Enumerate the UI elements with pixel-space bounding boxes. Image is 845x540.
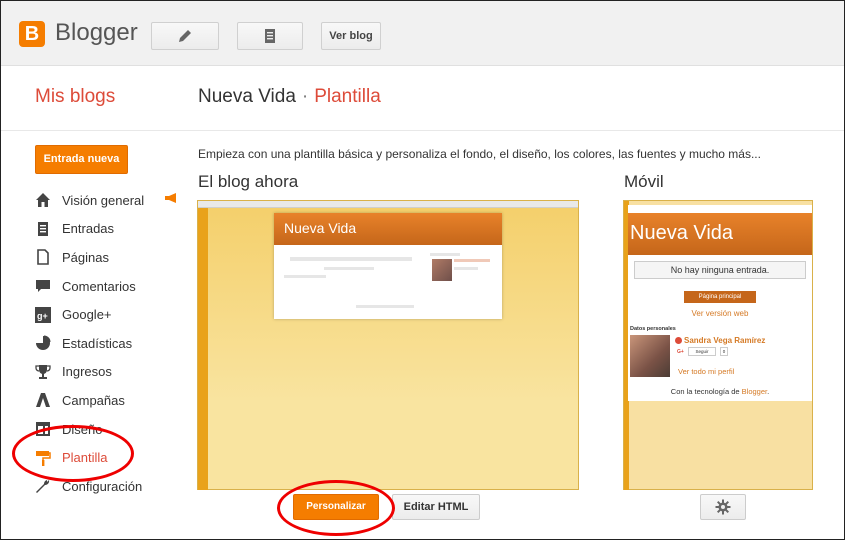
view-blog-button[interactable]: Ver blog xyxy=(321,22,381,50)
preview-navbar xyxy=(198,201,578,208)
sidebar-item-label: Entradas xyxy=(62,221,115,237)
sidebar-item-stats[interactable]: Estadísticas xyxy=(34,329,194,358)
breadcrumb-separator: · xyxy=(301,86,309,107)
pages-icon xyxy=(34,248,52,266)
preview-text-line xyxy=(356,305,414,308)
my-blogs-link[interactable]: Mis blogs xyxy=(35,86,115,108)
sidebar-item-label: Google+ xyxy=(62,307,112,323)
powered-brand: Blogger xyxy=(741,387,768,396)
author-name: Sandra Vega Ramírez xyxy=(684,336,766,345)
sidebar-item-label: Campañas xyxy=(62,392,125,408)
preview-blog-card: Nueva Vida xyxy=(274,213,502,319)
comments-icon xyxy=(34,277,52,295)
gear-icon xyxy=(715,499,731,515)
mobile-settings-button[interactable] xyxy=(700,494,746,520)
megaphone-icon xyxy=(165,193,176,203)
svg-text:g+: g+ xyxy=(37,311,48,321)
sidebar-item-label: Estadísticas xyxy=(62,335,133,351)
campaigns-icon xyxy=(34,391,52,409)
powered-prefix: Con la tecnología de xyxy=(670,387,742,396)
preview-text-line xyxy=(290,257,412,261)
posts-list-button[interactable] xyxy=(237,22,303,50)
preview-side-stripe xyxy=(198,208,208,490)
breadcrumb: Nueva Vida · Plantilla xyxy=(198,86,381,108)
desktop-preview[interactable]: Nueva Vida xyxy=(197,200,579,490)
new-post-pencil-button[interactable] xyxy=(151,22,219,50)
trophy-icon xyxy=(34,363,52,381)
preview-author-avatar xyxy=(432,259,452,281)
powered-suffix: . xyxy=(767,387,770,396)
sidebar-item-earnings[interactable]: Ingresos xyxy=(34,358,194,387)
stats-icon xyxy=(34,334,52,352)
follow-button: Seguir xyxy=(688,347,716,356)
sidebar-item-posts[interactable]: Entradas xyxy=(34,215,194,244)
sidebar-item-label: Comentarios xyxy=(62,278,136,294)
google-profile-icon xyxy=(675,337,682,344)
blogger-logo-icon[interactable]: B xyxy=(19,21,45,47)
preview-text-line xyxy=(454,259,490,262)
intro-text: Empieza con una plantilla básica y perso… xyxy=(198,147,761,161)
breadcrumb-current: Plantilla xyxy=(314,86,381,107)
google-plus-badge: G+ xyxy=(677,349,684,355)
edit-html-button[interactable]: Editar HTML xyxy=(392,494,480,520)
document-icon xyxy=(265,29,275,43)
sidebar-item-label: Ingresos xyxy=(62,364,112,380)
home-page-button: Página principal xyxy=(684,291,756,303)
view-profile-link: Ver todo mi perfil xyxy=(678,367,735,376)
preview-blog-title: Nueva Vida xyxy=(274,213,502,245)
sidebar-item-overview[interactable]: Visión general xyxy=(34,186,194,215)
breadcrumb-blog-name[interactable]: Nueva Vida xyxy=(198,86,296,107)
top-bar: B Blogger Ver blog xyxy=(1,1,844,66)
annotation-circle-template xyxy=(12,425,134,482)
mobile-heading: Móvil xyxy=(624,172,664,191)
blogger-logo-text[interactable]: Blogger xyxy=(55,19,138,47)
sidebar-item-label: Visión general xyxy=(62,192,145,208)
sidebar-item-campaigns[interactable]: Campañas xyxy=(34,386,194,415)
sidebar-item-pages[interactable]: Páginas xyxy=(34,243,194,272)
sidebar-item-label: Páginas xyxy=(62,249,109,265)
author-avatar xyxy=(630,335,670,377)
preview-text-line xyxy=(454,267,478,270)
mobile-blog-card: Nueva Vida No hay ninguna entrada. Págin… xyxy=(628,205,812,401)
sidebar-item-comments[interactable]: Comentarios xyxy=(34,272,194,301)
pencil-icon xyxy=(179,30,191,42)
powered-by-text: Con la tecnología de Blogger. xyxy=(628,387,812,396)
follow-count: 0 xyxy=(720,347,728,356)
divider xyxy=(1,130,844,131)
posts-icon xyxy=(34,220,52,238)
google-plus-icon: g+ xyxy=(34,306,52,324)
web-version-link: Ver versión web xyxy=(691,309,749,318)
preview-text-line xyxy=(430,253,460,256)
no-posts-message: No hay ninguna entrada. xyxy=(634,261,806,279)
mobile-preview[interactable]: Nueva Vida No hay ninguna entrada. Págin… xyxy=(623,200,813,490)
new-post-button[interactable]: Entrada nueva xyxy=(35,145,128,174)
preview-text-line xyxy=(324,267,374,270)
annotation-circle-customize xyxy=(277,480,395,536)
preview-text-line xyxy=(284,275,326,278)
home-icon xyxy=(34,191,52,209)
personal-data-heading: Datos personales xyxy=(630,326,676,332)
mobile-blog-title: Nueva Vida xyxy=(628,213,812,255)
sidebar-item-google-plus[interactable]: g+ Google+ xyxy=(34,300,194,329)
current-blog-heading: El blog ahora xyxy=(198,172,299,191)
